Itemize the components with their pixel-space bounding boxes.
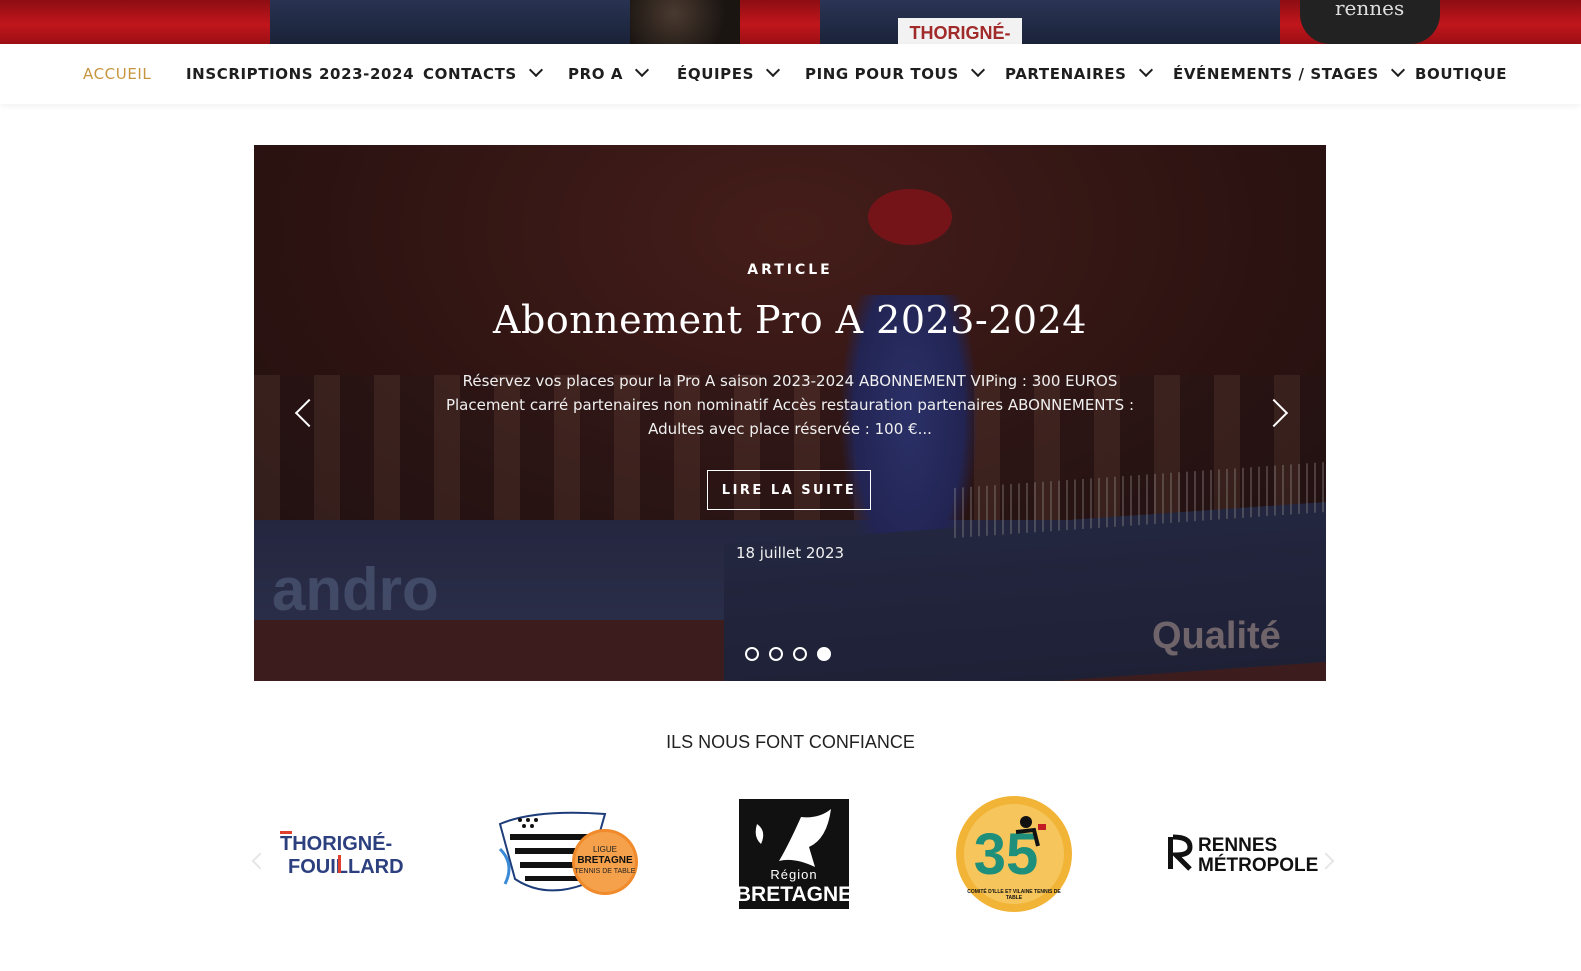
slide-title[interactable]: Abonnement Pro A 2023-2024 (254, 298, 1326, 342)
nav-item-boutique[interactable]: BOUTIQUE (1415, 44, 1507, 104)
slide-category: ARTICLE (747, 262, 833, 278)
chevron-down-icon (1390, 62, 1405, 78)
nav-item-label: ÉQUIPES (677, 65, 755, 83)
logo-ligue-line1: LIGUE (593, 845, 617, 854)
logo-thorigne-line1: THORIGNÉ- (280, 832, 392, 855)
nav-item-inscriptions[interactable]: INSCRIPTIONS 2023-2024 (186, 44, 414, 104)
slide-excerpt: Réservez vos places pour la Pro A saison… (445, 372, 1135, 438)
nav-item-equipes[interactable]: ÉQUIPES (677, 44, 781, 104)
nav-item-label: CONTACTS (423, 65, 517, 83)
hero-thorigne-sign: THORIGNÉ- (898, 18, 1022, 44)
nav-item-ping-pour-tous[interactable]: PING POUR TOUS (805, 44, 985, 104)
nav-item-label: BOUTIQUE (1415, 65, 1508, 83)
main-navigation: ACCUEIL INSCRIPTIONS 2023-2024 CONTACTS … (0, 44, 1581, 104)
nav-item-evenements-stages[interactable]: ÉVÉNEMENTS / STAGES (1173, 44, 1405, 104)
chevron-down-icon (635, 62, 650, 78)
logo-comite-35[interactable]: 35 COMITÉ D'ILLE ET VILAINE TENNIS DE TA… (954, 795, 1074, 913)
nav-item-label: ÉVÉNEMENTS / STAGES (1173, 65, 1379, 83)
chevron-down-icon (528, 62, 543, 78)
hero-banner-right (820, 0, 1280, 44)
partners-heading: ILS NOUS FONT CONFIANCE (666, 732, 915, 752)
logo-rennes-line1: RENNES (1198, 835, 1277, 856)
nav-item-pro-a[interactable]: PRO A (568, 44, 650, 104)
hero-crowd (630, 0, 740, 44)
logo-ligue-line3: TENNIS DE TABLE (575, 868, 636, 875)
nav-item-label: PARTENAIRES (1005, 65, 1127, 83)
slide-date: 18 juillet 2023 (735, 544, 845, 562)
logo-comite-caption: COMITÉ D'ILLE ET VILAINE TENNIS DE TABLE (967, 889, 1061, 901)
logo-region-line1: Région (770, 867, 817, 882)
slider-dot-3[interactable] (793, 647, 807, 661)
logo-thorigne-fouillard[interactable]: THORIGNÉ- FOUILLARD (280, 795, 412, 913)
hero-image-strip: rennes THORIGNÉ- (0, 0, 1581, 44)
logo-rennes-metropole[interactable]: RENNES MÉTROPOLE (1166, 795, 1326, 913)
nav-item-label: INSCRIPTIONS 2023-2024 (186, 65, 415, 83)
nav-item-label: ACCUEIL (83, 65, 152, 83)
read-more-button[interactable]: LIRE LA SUITE (707, 470, 871, 510)
slide-content: ARTICLE Abonnement Pro A 2023-2024 Réser… (254, 145, 1326, 681)
nav-item-label: PING POUR TOUS (805, 65, 959, 83)
hero-banner-left (270, 0, 690, 44)
partners-prev-arrow-icon[interactable] (251, 852, 269, 870)
logo-thorigne-line2: FOUILLARD (288, 856, 404, 878)
chevron-down-icon (1138, 62, 1153, 78)
logo-ligue-line2: BRETAGNE (577, 855, 633, 866)
logo-region-line2: BRETAGNE (739, 883, 849, 906)
nav-item-partenaires[interactable]: PARTENAIRES (1005, 44, 1153, 104)
slider-dot-2[interactable] (769, 647, 783, 661)
slider-dot-4[interactable] (817, 647, 831, 661)
article-slider: andro Qualité ARTICLE Abonnement Pro A 2… (254, 145, 1326, 681)
nav-item-contacts[interactable]: CONTACTS (423, 44, 543, 104)
nav-item-accueil[interactable]: ACCUEIL (83, 44, 151, 104)
chevron-down-icon (765, 62, 781, 78)
slider-dot-1[interactable] (745, 647, 759, 661)
logo-region-bretagne[interactable]: Région BRETAGNE (739, 795, 849, 913)
hero-rennes-text: rennes (1335, 0, 1405, 20)
logo-rennes-line2: MÉTROPOLE (1198, 854, 1318, 876)
nav-item-label: PRO A (568, 65, 624, 83)
logo-ligue-bretagne[interactable]: LIGUE BRETAGNE TENNIS DE TABLE (495, 795, 645, 913)
chevron-down-icon (970, 62, 985, 78)
